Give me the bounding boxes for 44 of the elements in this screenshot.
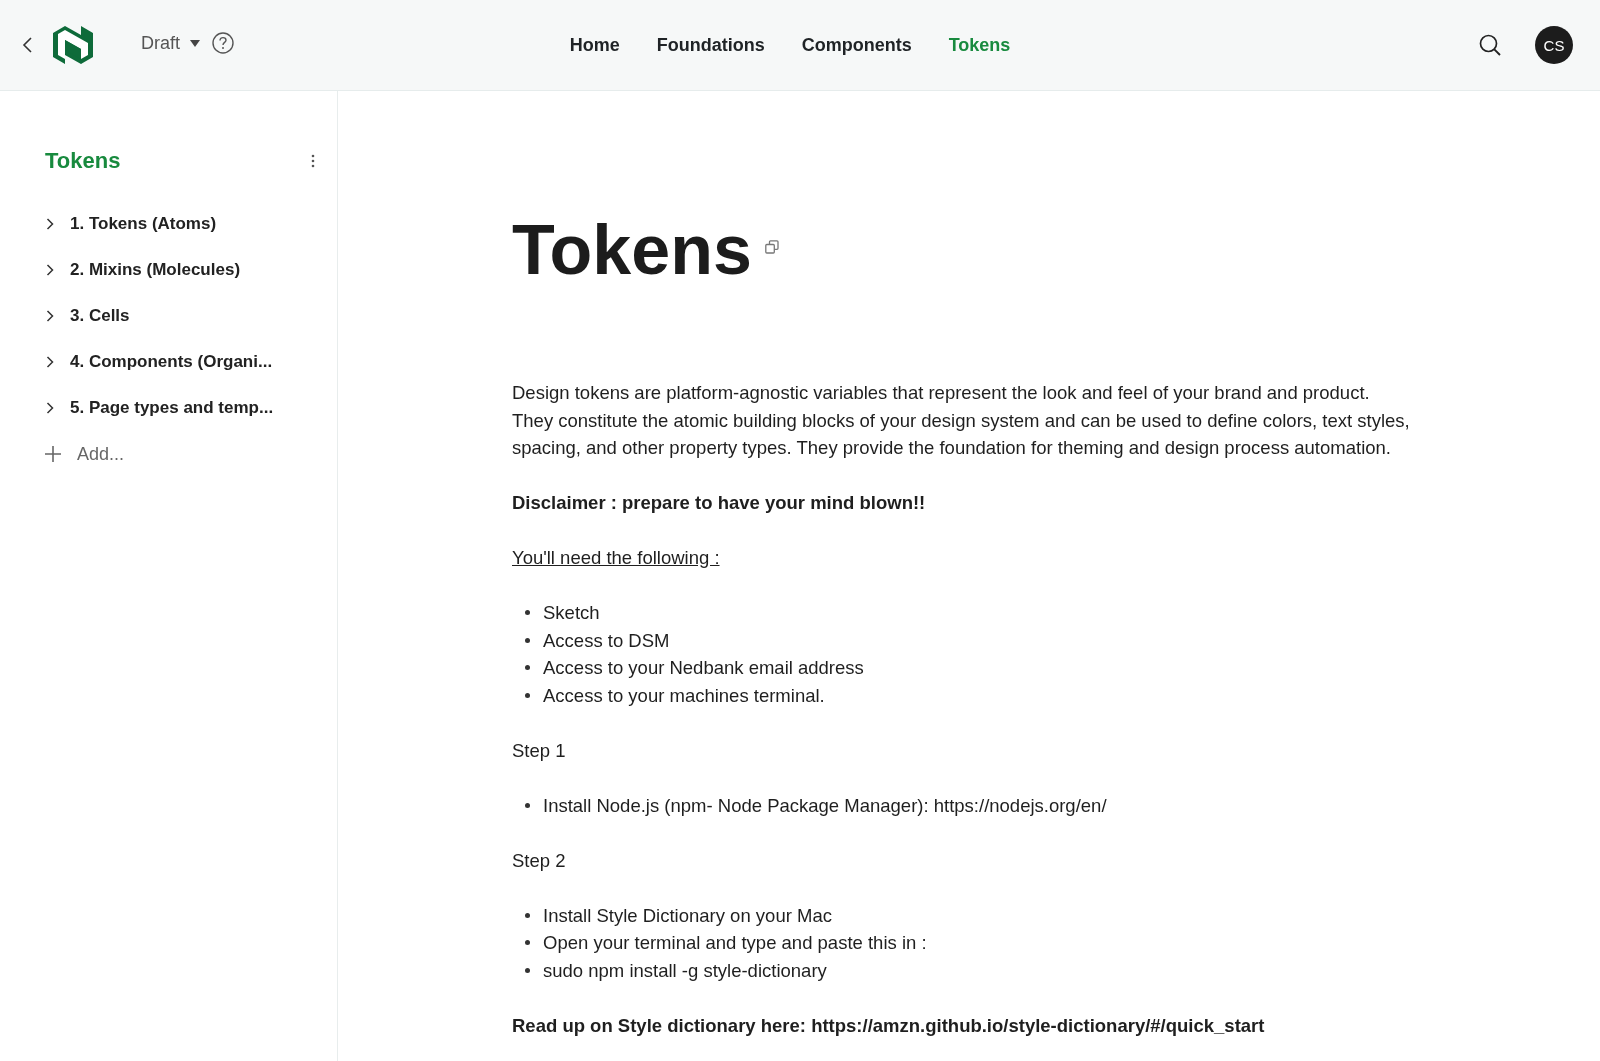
bullet-icon xyxy=(525,967,530,973)
tree-item[interactable]: 1. Tokens (Atoms) xyxy=(45,201,217,247)
bullet-icon xyxy=(525,912,530,918)
bullet-icon xyxy=(525,802,530,808)
search-icon[interactable] xyxy=(1479,34,1501,56)
underlined-heading: You'll need the following : xyxy=(512,546,721,570)
plus-icon xyxy=(45,446,61,462)
user-avatar[interactable]: CS xyxy=(1535,26,1573,64)
paragraph: Step 1 xyxy=(512,738,567,763)
caret-icon xyxy=(190,39,200,47)
nav-tab[interactable]: Foundations xyxy=(656,33,765,57)
list-item-text: Open your terminal and type and paste this in : xyxy=(543,931,927,955)
more-options-icon[interactable] xyxy=(311,154,315,168)
status-dropdown[interactable]: Draft xyxy=(141,32,200,54)
paragraph: Design tokens are platform-agnostic variables that represent the look and feel of your brand and product. They constitute the atomic building blocks of your design system and can be used to define colors, text styles, spacing, and other property types. They provide the foundation for theming and design process automation. xyxy=(512,381,1411,460)
list-item-text: Access to your machines terminal. xyxy=(543,683,825,708)
list-item-text: Sketch xyxy=(543,601,600,625)
bold-paragraph: Disclaimer : prepare to have your mind blown!! xyxy=(512,491,927,515)
bullet-icon xyxy=(525,610,530,616)
list-item-text: sudo npm install -g style-dictionary xyxy=(543,958,827,983)
tree-item[interactable]: 3. Cells xyxy=(45,293,130,339)
list-item-text: Access to your Nedbank email address xyxy=(543,656,864,680)
bullet-icon xyxy=(525,692,530,698)
nav-tab[interactable]: Components xyxy=(801,33,912,57)
tree-item[interactable]: 4. Components (Organi... xyxy=(45,339,273,385)
tree-item[interactable]: 5. Page types and temp... xyxy=(45,385,274,431)
list-item-text: Install Style Dictionary on your Mac xyxy=(543,903,832,928)
sidebar-title: Tokens xyxy=(45,148,121,174)
nav-tab[interactable]: Home xyxy=(569,33,620,57)
list-item-text: Access to DSM xyxy=(543,628,670,653)
list-item-text: Install Node.js (npm- Node Package Manager): https://nodejs.org/en/ xyxy=(543,793,1107,818)
bullet-icon xyxy=(525,637,530,643)
help-icon[interactable] xyxy=(212,32,234,54)
logo-icon[interactable] xyxy=(52,24,94,66)
page-title: Tokens xyxy=(512,210,752,290)
nav-tab[interactable]: Tokens xyxy=(948,33,1011,57)
bold-paragraph: Read up on Style dictionary here: https://amzn.github.io/style-dictionary/#/quick_start xyxy=(512,1013,1266,1038)
bullet-icon xyxy=(525,940,530,946)
tree-item[interactable]: 2. Mixins (Molecules) xyxy=(45,247,241,293)
paragraph: Step 2 xyxy=(512,848,567,873)
back-icon[interactable] xyxy=(22,37,32,53)
bullet-icon xyxy=(525,665,530,671)
copy-icon[interactable] xyxy=(764,240,779,254)
add-page-button[interactable]: Add... xyxy=(45,431,125,477)
